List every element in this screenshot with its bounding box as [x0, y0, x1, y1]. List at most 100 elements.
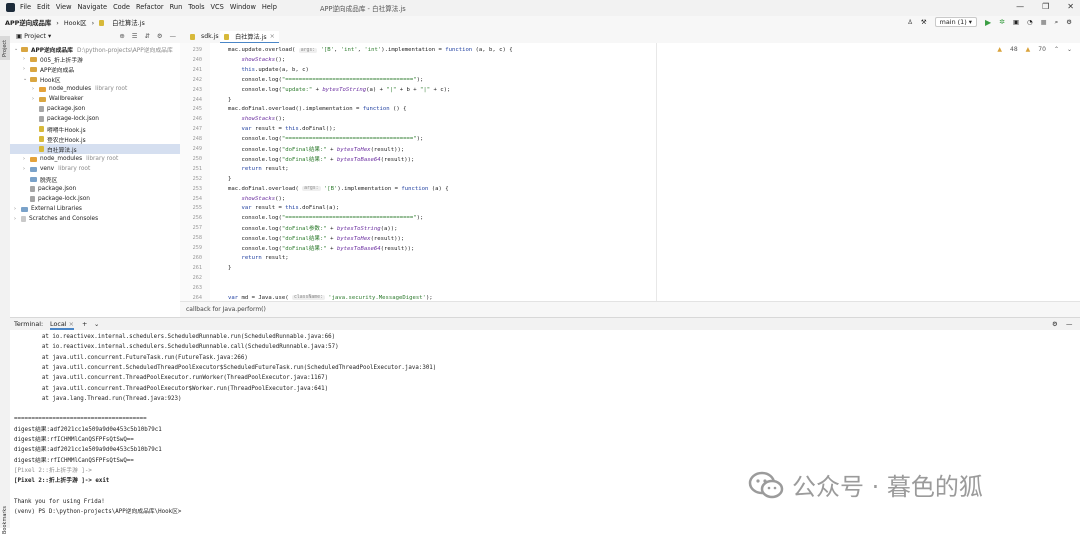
code-line[interactable]: return result;	[228, 164, 288, 174]
code-line[interactable]: }	[228, 263, 231, 273]
code-line[interactable]: mac.doFinal.overload( args: '[B').implem…	[228, 184, 449, 194]
chevron-right-icon[interactable]: ›	[14, 206, 21, 212]
project-side-tab[interactable]: Project	[0, 36, 10, 60]
menu-item-window[interactable]: Window	[230, 3, 256, 11]
project-tree-item[interactable]: › 005_折上折手游	[10, 54, 180, 64]
code-line[interactable]: mac.doFinal.overload().implementation = …	[228, 104, 407, 114]
project-tree-item[interactable]: package.json	[10, 184, 180, 194]
right-margin-guide	[656, 43, 657, 301]
locate-icon[interactable]: ⊕	[119, 32, 124, 40]
menu-item-navigate[interactable]: Navigate	[77, 3, 107, 11]
project-tree-item[interactable]: › Scratches and Consoles	[10, 214, 180, 224]
project-tree-item[interactable]: › Wallbreaker	[10, 94, 180, 104]
code-line[interactable]: showStacks();	[228, 55, 285, 65]
close-tab-icon[interactable]: ×	[270, 33, 275, 40]
project-tree-item[interactable]: 嘚嘚牛Hook.js	[10, 124, 180, 134]
menu-item-tools[interactable]: Tools	[188, 3, 204, 11]
project-tree-item[interactable]: › node_modules library root	[10, 84, 180, 94]
menu-item-edit[interactable]: Edit	[37, 3, 50, 11]
profiler-icon[interactable]: ◔	[1027, 18, 1033, 26]
chevron-down-icon[interactable]: ⌄	[14, 46, 21, 52]
inspection-widget[interactable]: ▲ 48 ▲ 70 ⌃ ⌄	[997, 46, 1072, 53]
breadcrumb-folder[interactable]: Hook区	[64, 18, 87, 27]
user-icon[interactable]: ♙	[907, 18, 913, 26]
code-line[interactable]: console.log("update:" + bytesToString(a)…	[228, 85, 450, 95]
stop-icon[interactable]: ■	[1041, 18, 1047, 26]
expand-all-icon[interactable]: ☰	[132, 32, 138, 40]
tree-item-label: package-lock.json	[38, 196, 90, 202]
project-tree-item[interactable]: package.json	[10, 104, 180, 114]
project-tree-item[interactable]: package-lock.json	[10, 194, 180, 204]
code-editor[interactable]: mac.update.overload( args: '[B', 'int', …	[210, 43, 1080, 301]
project-view-select[interactable]: ▣ Project ▾	[16, 32, 51, 40]
chevron-down-icon[interactable]: ⌄	[1067, 46, 1072, 53]
hammer-icon[interactable]: ⚒	[921, 18, 927, 26]
chevron-right-icon[interactable]: ›	[23, 166, 30, 172]
close-button[interactable]: ✕	[1067, 2, 1074, 11]
code-line[interactable]: return result;	[228, 253, 288, 263]
code-line[interactable]: console.log("doFinal结果:" + bytesToBase64…	[228, 154, 414, 164]
project-tree-item[interactable]: › venv library root	[10, 164, 180, 174]
debug-icon[interactable]: ✲	[999, 18, 1005, 26]
chevron-down-icon[interactable]: ⌄	[23, 76, 30, 82]
code-line[interactable]: var result = this.doFinal();	[228, 124, 335, 134]
code-line[interactable]: console.log("doFinal结果:" + bytesToHex(re…	[228, 144, 404, 154]
chevron-down-icon[interactable]: ⌄	[94, 320, 99, 328]
close-tab-icon[interactable]: ×	[69, 320, 74, 328]
collapse-all-icon[interactable]: ⇵	[145, 32, 150, 40]
code-line[interactable]: console.log("===========================…	[228, 134, 423, 144]
chevron-right-icon[interactable]: ›	[23, 66, 30, 72]
menu-item-help[interactable]: Help	[262, 3, 277, 11]
run-icon[interactable]: ▶	[985, 18, 991, 27]
breadcrumb-project[interactable]: APP逆向成品库	[5, 18, 51, 27]
code-line[interactable]: console.log("doFinal参数:" + bytesToString…	[228, 223, 397, 233]
code-path-label[interactable]: callback for Java.perform()	[186, 306, 266, 313]
chevron-right-icon[interactable]: ›	[23, 56, 30, 62]
run-config-select[interactable]: main (1) ▾	[934, 17, 977, 27]
new-terminal-icon[interactable]: +	[82, 320, 87, 328]
chevron-right-icon[interactable]: ›	[14, 216, 21, 222]
project-tree-item[interactable]: ⌄ Hook区	[10, 74, 180, 84]
project-tree-item[interactable]: › External Libraries	[10, 204, 180, 214]
code-line[interactable]: console.log("===========================…	[228, 75, 423, 85]
code-line[interactable]: console.log("doFinal结果:" + bytesToHex(re…	[228, 233, 404, 243]
hide-panel-icon[interactable]: —	[1066, 320, 1072, 328]
gear-icon[interactable]: ⚙	[1052, 320, 1058, 328]
chevron-up-icon[interactable]: ⌃	[1054, 46, 1059, 53]
coverage-icon[interactable]: ▣	[1013, 18, 1019, 26]
settings-icon[interactable]: ⚙	[1066, 18, 1072, 26]
project-tree-item[interactable]: package-lock.json	[10, 114, 180, 124]
minimize-button[interactable]: —	[1016, 2, 1024, 11]
code-line[interactable]: mac.update.overload( args: '[B', 'int', …	[228, 45, 513, 55]
project-tree-item[interactable]: ⌄ APP逆向成品库 D:\python-projects\APP逆向成品库	[10, 44, 180, 54]
code-line[interactable]: var result = this.doFinal(a);	[228, 203, 339, 213]
menu-item-refactor[interactable]: Refactor	[136, 3, 164, 11]
project-tree-item[interactable]: › node_modules library root	[10, 154, 180, 164]
menu-item-file[interactable]: File	[20, 3, 31, 11]
project-tree-item[interactable]: › APP逆向成品	[10, 64, 180, 74]
maximize-button[interactable]: ❐	[1042, 2, 1049, 11]
code-line[interactable]: this.update(a, b, c)	[228, 65, 308, 75]
project-tree-item[interactable]: 脱壳区	[10, 174, 180, 184]
hide-icon[interactable]: —	[170, 32, 176, 40]
code-line[interactable]: showStacks();	[228, 194, 285, 204]
menu-item-view[interactable]: View	[56, 3, 72, 11]
code-line[interactable]: console.log("doFinal结果:" + bytesToBase64…	[228, 243, 414, 253]
code-line[interactable]: console.log("===========================…	[228, 213, 423, 223]
chevron-right-icon[interactable]: ›	[23, 156, 30, 162]
tab-local[interactable]: Local ×	[50, 320, 74, 330]
bookmarks-side-tab[interactable]: Bookmarks	[0, 500, 10, 540]
search-icon[interactable]: ⌕	[1055, 18, 1059, 27]
code-line[interactable]: }	[228, 174, 231, 184]
breadcrumb-file[interactable]: 白社算法.js	[112, 18, 145, 27]
code-line[interactable]: showStacks();	[228, 114, 285, 124]
chevron-right-icon[interactable]: ›	[32, 96, 39, 102]
menu-item-run[interactable]: Run	[170, 3, 183, 11]
project-tree-item[interactable]: 登农庄Hook.js	[10, 134, 180, 144]
gear-icon[interactable]: ⚙	[157, 32, 163, 40]
project-tree-item[interactable]: 白社算法.js	[10, 144, 180, 154]
menu-item-code[interactable]: Code	[113, 3, 130, 11]
code-line[interactable]: }	[228, 95, 231, 105]
menu-item-vcs[interactable]: VCS	[211, 3, 224, 11]
chevron-right-icon[interactable]: ›	[32, 86, 39, 92]
